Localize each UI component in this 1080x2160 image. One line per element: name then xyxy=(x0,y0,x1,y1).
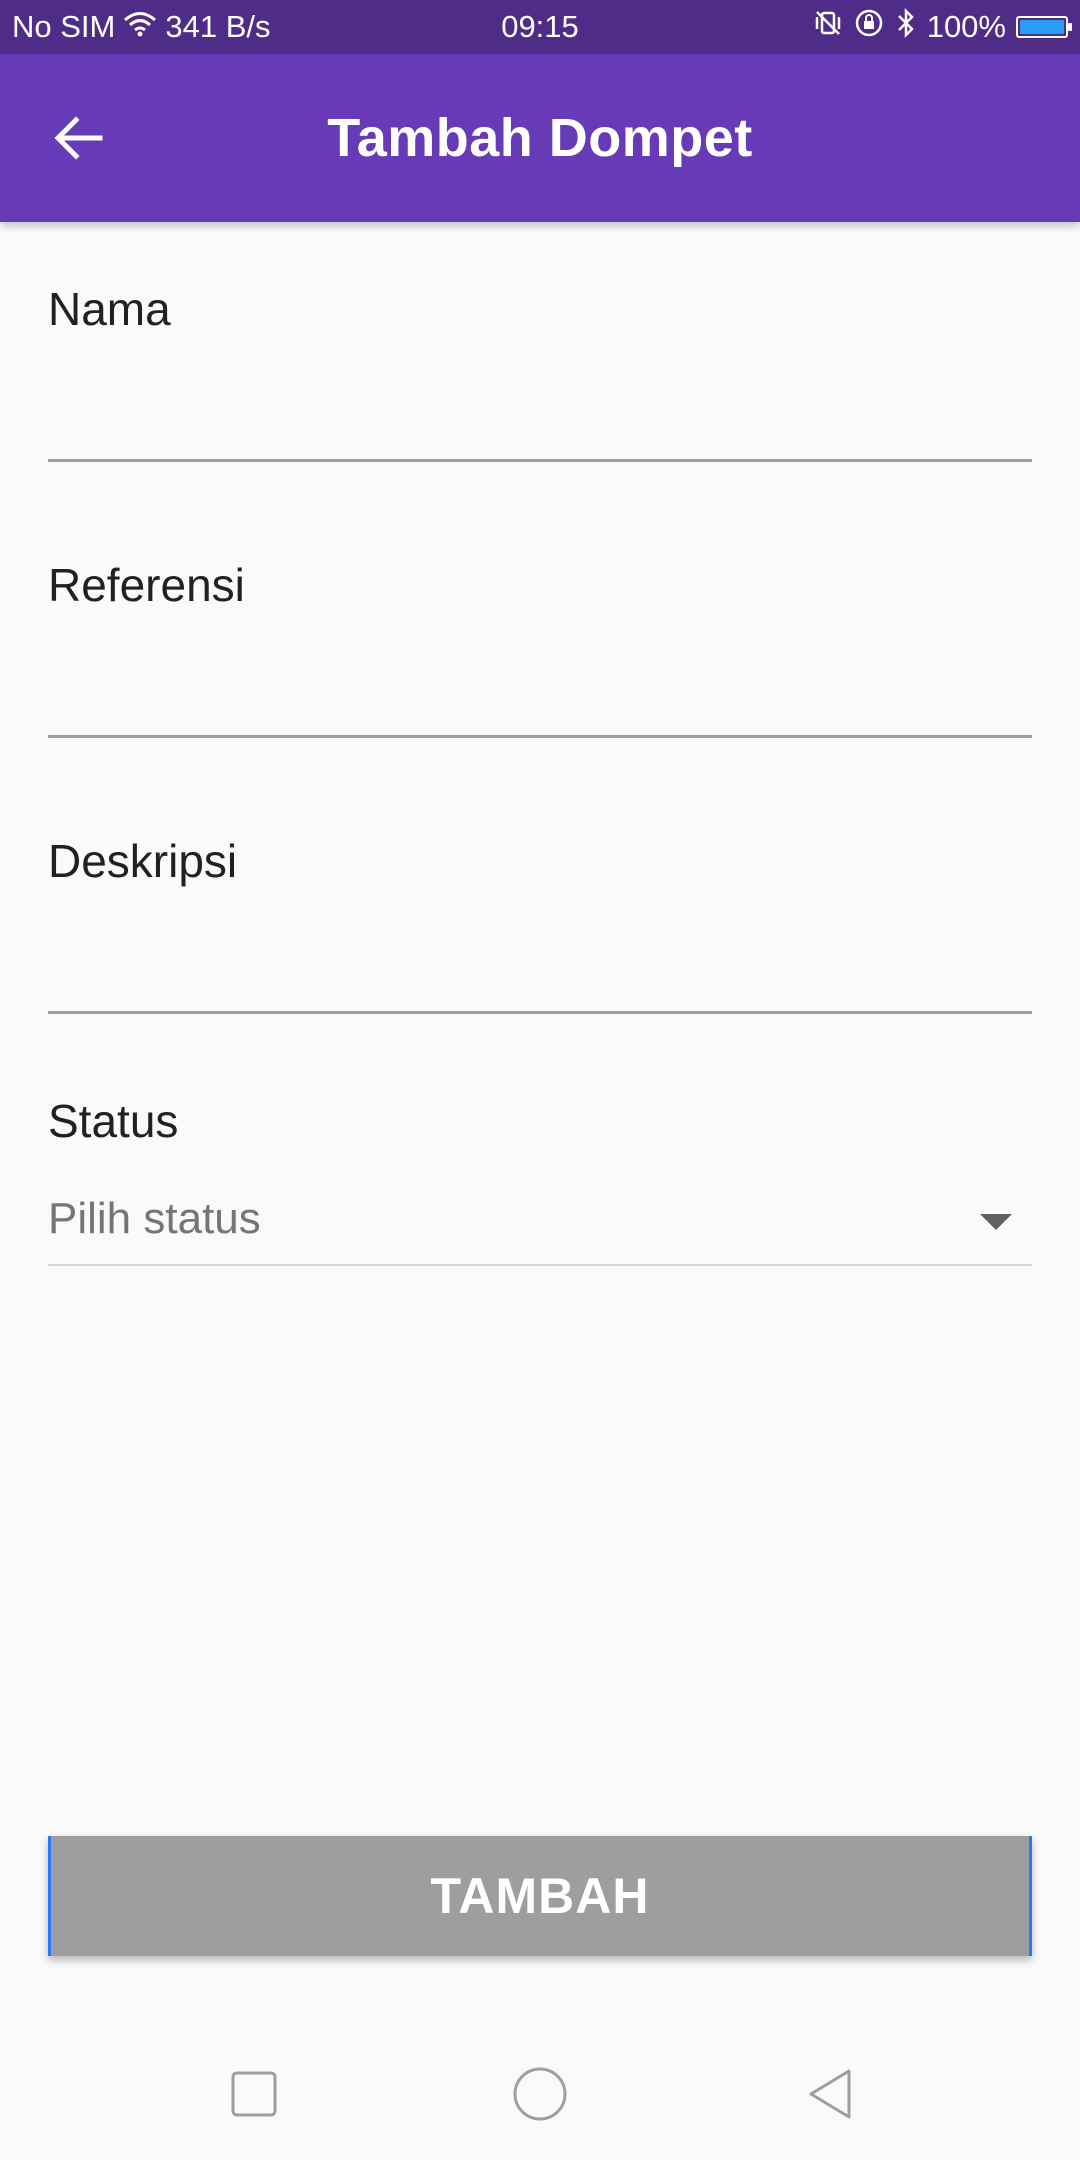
arrow-drop-down-icon xyxy=(980,1214,1012,1230)
home-icon xyxy=(513,2067,567,2121)
navigation-bar xyxy=(0,2020,1080,2160)
recent-apps-button[interactable] xyxy=(220,2060,288,2128)
field-label: Status xyxy=(48,1095,179,1147)
nav-back-button[interactable] xyxy=(796,2060,864,2128)
vibrate-off-icon xyxy=(813,8,843,46)
app-bar: Tambah Dompet xyxy=(0,54,1080,222)
back-icon xyxy=(809,2069,851,2119)
tambah-button[interactable]: TAMBAH xyxy=(48,1836,1032,1956)
deskripsi-input[interactable] xyxy=(48,924,1032,1014)
nama-input[interactable] xyxy=(48,372,1032,462)
battery-percent: 100% xyxy=(926,9,1006,44)
field-label: Nama xyxy=(48,283,171,335)
field-label: Referensi xyxy=(48,559,245,611)
status-dropdown[interactable]: Pilih status xyxy=(48,1176,1032,1266)
bluetooth-icon xyxy=(895,7,917,46)
page-title: Tambah Dompet xyxy=(327,108,753,168)
clock: 09:15 xyxy=(501,9,579,44)
home-button[interactable] xyxy=(506,2060,574,2128)
field-label: Deskripsi xyxy=(48,835,238,887)
status-placeholder: Pilih status xyxy=(48,1194,261,1243)
status-bar: No SIM 341 B/s 09:15 100% xyxy=(0,0,1080,54)
rotation-lock-icon xyxy=(853,7,885,47)
battery-icon xyxy=(1016,16,1072,38)
referensi-input[interactable] xyxy=(48,648,1032,738)
battery-fill xyxy=(1020,20,1064,34)
status-right: 100% xyxy=(813,0,1072,54)
recent-apps-icon xyxy=(231,2071,277,2117)
